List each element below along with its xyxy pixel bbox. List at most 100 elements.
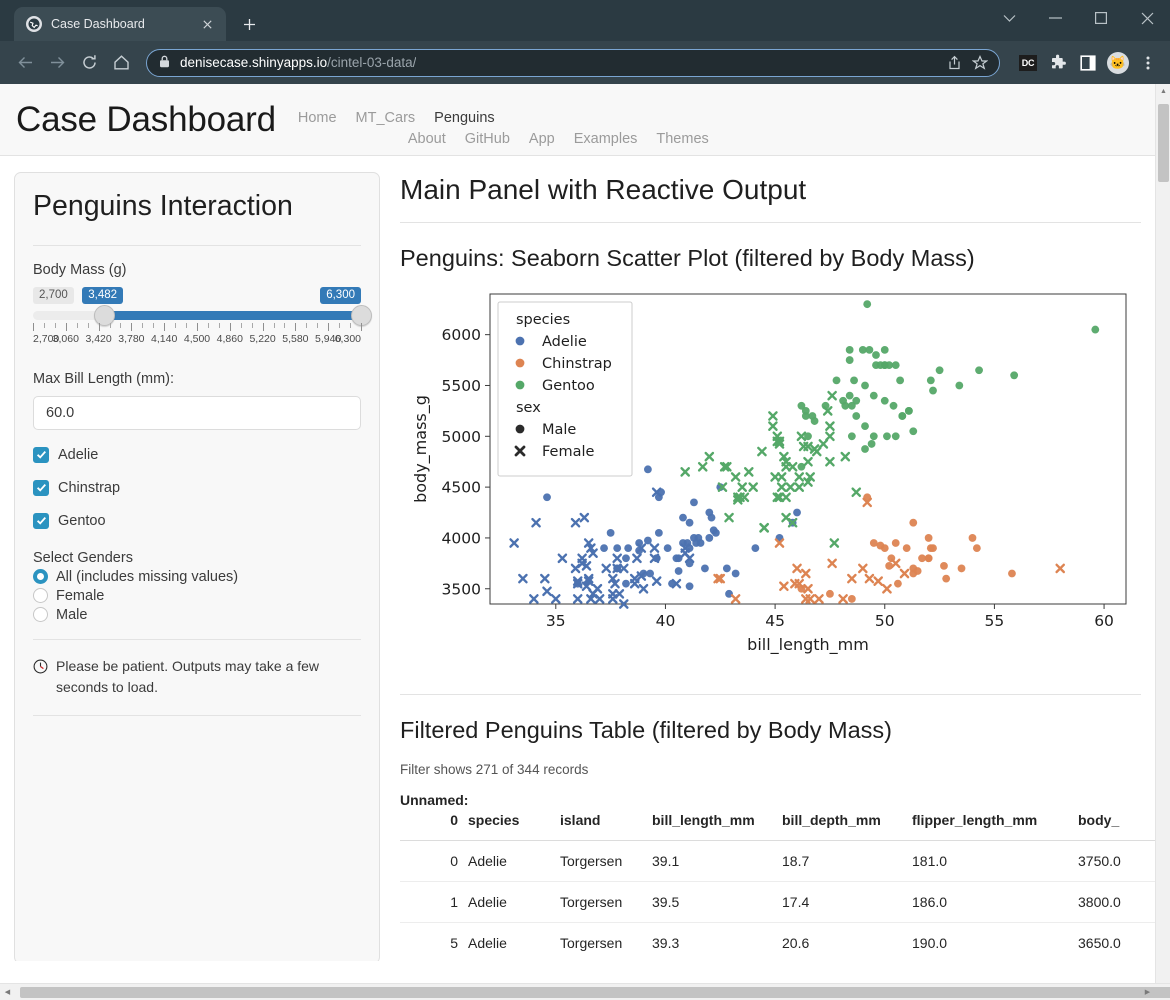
maximize-icon[interactable]	[1078, 0, 1124, 36]
kebab-menu-icon[interactable]	[1136, 51, 1160, 75]
navlink-examples[interactable]: Examples	[574, 131, 648, 147]
checkbox-chinstrap[interactable]: Chinstrap	[33, 479, 361, 496]
star-icon[interactable]	[969, 52, 991, 74]
th-bill-depth[interactable]: bill_depth_mm	[782, 787, 912, 842]
max-bill-length-input[interactable]	[33, 395, 361, 430]
radio-all-genders[interactable]: All (includes missing values)	[33, 569, 361, 585]
slider-tick	[251, 322, 253, 328]
side-panel-icon[interactable]	[1076, 51, 1100, 75]
cell-species: Adelie	[468, 922, 560, 965]
arrow-left-icon[interactable]	[10, 48, 40, 78]
radio-male[interactable]: Male	[33, 607, 361, 623]
extensions-icon[interactable]	[1046, 51, 1070, 75]
dc-extension-label: DC	[1019, 54, 1037, 71]
sidebar-title: Penguins Interaction	[33, 190, 293, 222]
cell-species: Adelie	[468, 840, 560, 883]
avatar[interactable]: 🐱	[1106, 51, 1130, 75]
browser-tab[interactable]: Case Dashboard	[14, 7, 226, 41]
svg-text:4000: 4000	[442, 529, 481, 547]
navlink-mt-cars[interactable]: MT_Cars	[356, 110, 426, 126]
slider-tick	[54, 322, 56, 328]
radio-selected-icon	[33, 569, 48, 585]
th-index[interactable]: Unnamed: 0	[400, 787, 468, 842]
vertical-scrollbar[interactable]: ▲	[1155, 84, 1170, 1000]
cell-island: Torgersen	[560, 881, 652, 924]
radio-unselected-icon	[33, 588, 48, 604]
navlink-github[interactable]: GitHub	[465, 131, 520, 147]
th-island[interactable]: island	[560, 787, 652, 842]
navlink-penguins[interactable]: Penguins	[434, 110, 504, 126]
cell-flipper_length_mm: 190.0	[912, 922, 1078, 965]
scroll-up-arrow[interactable]: ▲	[1156, 84, 1170, 99]
checkbox-label: Chinstrap	[58, 479, 121, 496]
svg-text:Adelie: Adelie	[542, 334, 587, 350]
navbar-links-row2: About GitHub App Examples Themes	[298, 126, 728, 147]
clock-icon	[33, 659, 49, 699]
divider	[400, 694, 1141, 695]
slider-tick-labels: 2,700 3,060 3,420 3,780 4,140 4,500 4,860 5,220…	[33, 333, 361, 349]
navlink-app[interactable]: App	[529, 131, 565, 147]
slider-tick	[295, 322, 297, 331]
navlink-themes[interactable]: Themes	[656, 131, 718, 147]
slider-tick	[218, 322, 220, 328]
chevron-down-icon[interactable]	[986, 0, 1032, 36]
cat-avatar-icon: 🐱	[1107, 51, 1129, 74]
patience-note-text: Please be patient. Outputs may take a fe…	[56, 657, 320, 696]
checkbox-adelie[interactable]: Adelie	[33, 446, 361, 463]
horizontal-scroll-thumb[interactable]	[20, 987, 1170, 998]
slider-tick-label: 5,220	[249, 332, 276, 345]
bill-length-label: Max Bill Length (mm):	[33, 370, 175, 387]
th-species[interactable]: species	[468, 787, 560, 842]
slider-tick	[65, 322, 67, 331]
checkbox-gentoo[interactable]: Gentoo	[33, 512, 361, 529]
slider-min-badge: 2,700	[33, 286, 74, 305]
arrow-right-icon[interactable]	[42, 48, 72, 78]
slider-tick-label: 4,500	[183, 332, 211, 345]
reload-icon[interactable]	[74, 48, 104, 78]
cell-bill_depth_mm: 18.7	[782, 840, 912, 883]
scroll-left-arrow[interactable]: ◀	[0, 985, 15, 1000]
extensions-area: DC 🐱	[1010, 51, 1160, 75]
share-icon[interactable]	[943, 52, 965, 74]
slider-tick	[76, 322, 78, 328]
new-tab-button[interactable]	[234, 9, 264, 39]
horizontal-scrollbar[interactable]: ◀ ▶	[0, 983, 1170, 1000]
address-bar[interactable]: denisecase.shinyapps.io/cintel-03-data/	[146, 48, 1000, 77]
vertical-scroll-thumb[interactable]	[1158, 104, 1169, 182]
radio-female[interactable]: Female	[33, 588, 361, 604]
close-icon[interactable]	[1124, 0, 1170, 36]
close-icon[interactable]	[198, 15, 216, 33]
page-clipped-content	[0, 961, 1155, 967]
minimize-icon[interactable]	[1032, 0, 1078, 36]
slider-tick	[153, 322, 155, 328]
slider-tick	[350, 322, 352, 328]
radio-unselected-icon	[33, 607, 48, 623]
slider-tick	[240, 322, 242, 328]
scroll-right-arrow[interactable]: ▶	[1140, 985, 1155, 1000]
dc-extension-badge[interactable]: DC	[1016, 51, 1040, 75]
home-icon[interactable]	[106, 48, 136, 78]
slider-tick	[109, 322, 111, 328]
th-flipper-length[interactable]: flipper_length_mm	[912, 787, 1078, 842]
cell-idx: 0	[400, 840, 468, 883]
svg-text:5000: 5000	[442, 428, 481, 446]
slider-tick	[186, 322, 188, 328]
cell-bill_length_mm: 39.1	[652, 840, 782, 883]
checkbox-label: Gentoo	[58, 512, 106, 529]
body-mass-slider[interactable]: 2,700 3,482 6,300 2,700 3,060 3,420 3,780 4,…	[33, 286, 372, 349]
svg-text:Male: Male	[542, 422, 576, 438]
slider-track[interactable]	[33, 304, 372, 326]
cell-flipper_length_mm: 181.0	[912, 840, 1078, 883]
th-bill-length[interactable]: bill_length_mm	[652, 787, 782, 842]
tab-title: Case Dashboard	[51, 17, 145, 31]
svg-text:50: 50	[875, 612, 895, 630]
slider-tick	[120, 322, 122, 328]
omnibox-actions	[943, 52, 991, 74]
navlink-home[interactable]: Home	[298, 110, 347, 126]
navlink-about[interactable]: About	[408, 131, 456, 147]
slider-tick-label: 5,580	[282, 332, 309, 345]
slider-tick-label: 4,140	[151, 332, 178, 345]
slider-tick	[273, 322, 275, 328]
globe-icon	[26, 16, 42, 32]
slider-tick	[33, 322, 34, 331]
